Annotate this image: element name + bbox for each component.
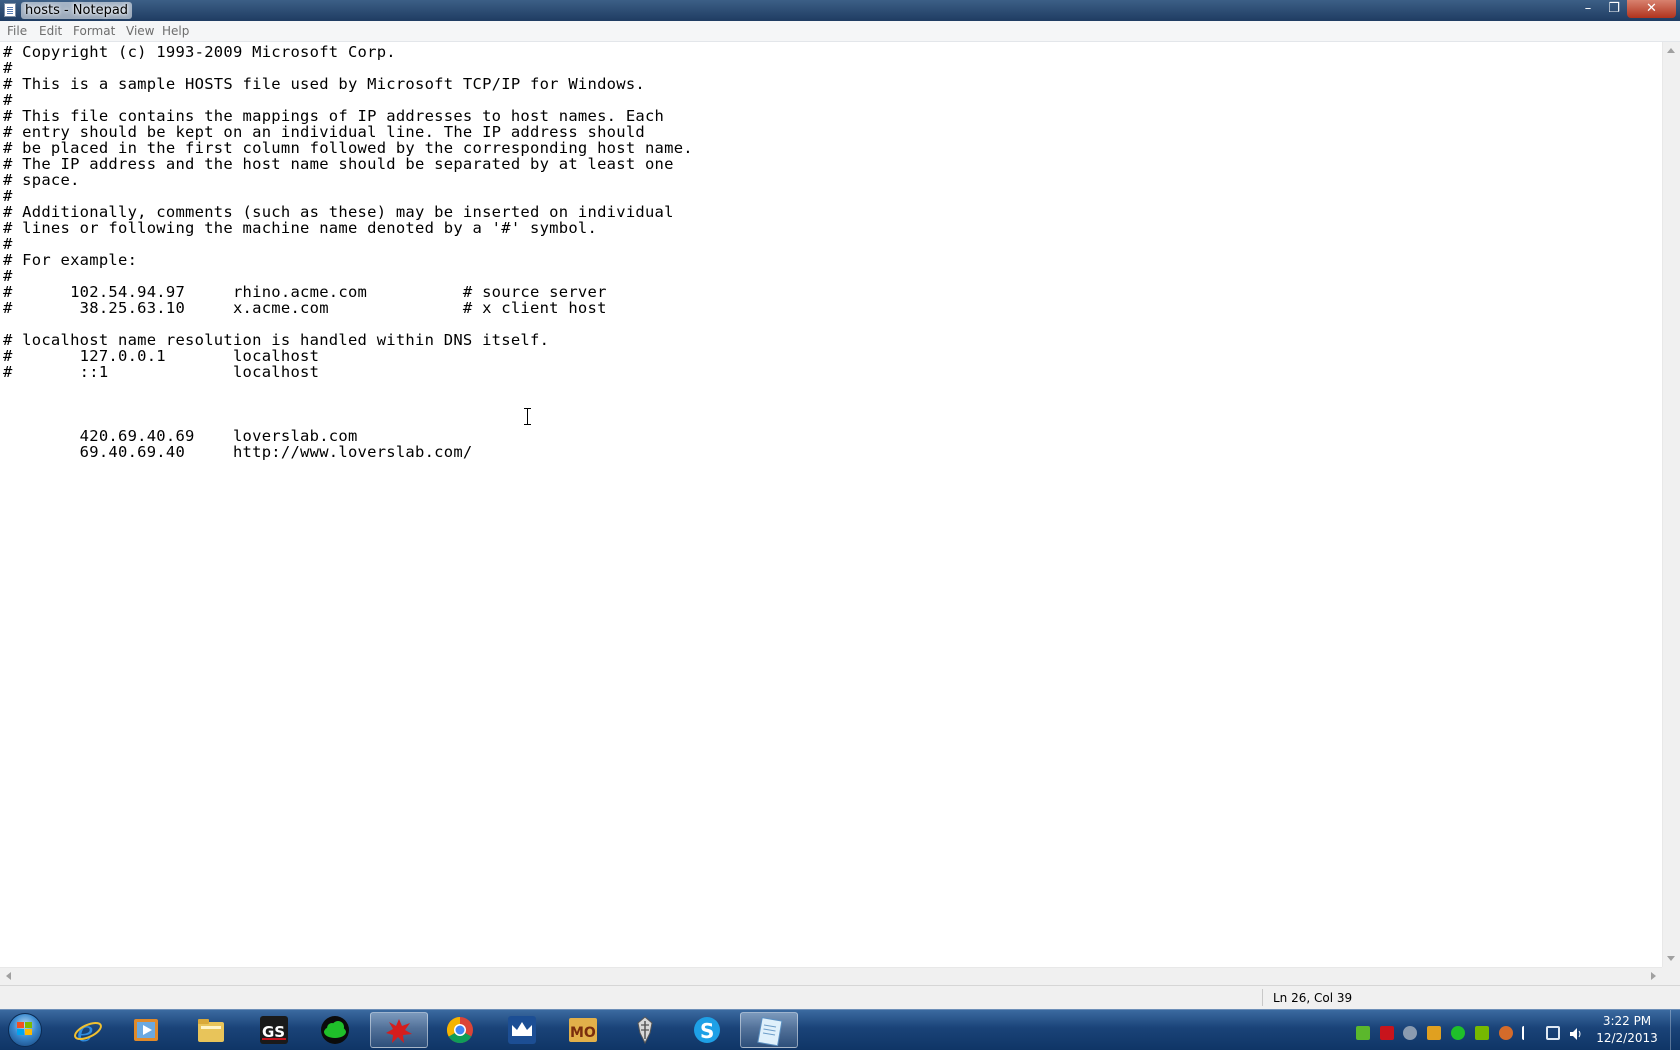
text-line: # localhost name resolution is handled w… [3, 331, 550, 349]
text-line: # entry should be kept on an individual … [3, 123, 645, 141]
taskbar-chrome[interactable] [432, 1012, 490, 1048]
text-line: # 102.54.94.97 rhino.acme.com # source s… [3, 283, 607, 301]
menu-file[interactable]: File [7, 24, 27, 38]
status-separator [1262, 989, 1263, 1006]
tray-nvidia-icon[interactable] [1475, 1026, 1489, 1040]
text-line: # This file contains the mappings of IP … [3, 107, 665, 125]
minimize-button[interactable]: – [1575, 0, 1601, 18]
taskbar-red-splat-app[interactable] [370, 1012, 428, 1048]
text-cursor-icon [524, 408, 531, 425]
svg-text:MO: MO [570, 1025, 596, 1041]
media-player-icon [134, 1019, 158, 1041]
taskbar-gs-app[interactable]: GS [246, 1012, 304, 1048]
tray-volume-icon[interactable] [1569, 1026, 1583, 1040]
text-line: # [3, 235, 13, 253]
taskbar-green-cloud-app[interactable] [307, 1012, 365, 1048]
text-line: # lines or following the machine name de… [3, 219, 598, 237]
text-line: 69.40.69.40 http://www.loverslab.com/ [3, 443, 473, 461]
text-line: # [3, 91, 13, 109]
tray-network-icon[interactable] [1546, 1026, 1560, 1040]
text-line: # [3, 59, 13, 77]
text-line: # space. [3, 171, 80, 189]
start-button[interactable] [4, 1011, 48, 1049]
gs-app-icon: GS [260, 1016, 288, 1044]
tray-leaf-icon[interactable] [1356, 1026, 1370, 1040]
clock-time: 3:22 PM [1602, 1014, 1652, 1028]
text-line: # This is a sample HOSTS file used by Mi… [3, 75, 645, 93]
status-bar: Ln 26, Col 39 [0, 985, 1680, 1009]
tray-tool-icon[interactable] [1380, 1026, 1394, 1040]
taskbar-skyrim[interactable] [617, 1012, 675, 1048]
menu-bar: File Edit Format View Help [0, 21, 1680, 42]
scroll-left-icon[interactable] [6, 972, 11, 980]
text-line: # 127.0.0.1 localhost [3, 347, 320, 365]
text-line: # Additionally, comments (such as these)… [3, 203, 674, 221]
tray-update-icon[interactable] [1499, 1026, 1513, 1040]
chrome-icon [446, 1016, 473, 1044]
menu-view[interactable]: View [126, 24, 154, 38]
scroll-down-icon[interactable] [1667, 956, 1675, 961]
taskbar-mo-app[interactable]: MO [555, 1012, 613, 1048]
skype-icon: S [694, 1017, 720, 1043]
cursor-position: Ln 26, Col 39 [1273, 991, 1353, 1005]
internet-explorer-icon: e [74, 1015, 102, 1045]
text-line: # [3, 267, 13, 285]
taskbar-file-explorer[interactable] [183, 1012, 241, 1048]
close-button[interactable]: ✕ [1627, 0, 1676, 18]
notepad-icon [4, 3, 16, 17]
scrollbar-corner [1662, 967, 1680, 985]
menu-edit[interactable]: Edit [39, 24, 62, 38]
text-line: # ::1 localhost [3, 363, 320, 381]
menu-format[interactable]: Format [73, 24, 115, 38]
taskbar-clock[interactable]: 3:22 PM 12/2/2013 [1588, 1013, 1666, 1047]
scroll-right-icon[interactable] [1651, 972, 1656, 980]
menu-help[interactable]: Help [162, 24, 189, 38]
tray-cloud-icon[interactable] [1451, 1026, 1465, 1040]
text-line: # For example: [3, 251, 138, 269]
clock-date: 12/2/2013 [1596, 1031, 1658, 1045]
windows-flag-icon [17, 1022, 33, 1036]
maximize-button[interactable]: ❐ [1601, 0, 1627, 18]
taskbar-internet-explorer[interactable]: e [60, 1012, 118, 1048]
text-line: # be placed in the first column followed… [3, 139, 693, 157]
tray-flag-icon[interactable] [1522, 1026, 1534, 1040]
vertical-scrollbar[interactable] [1662, 42, 1680, 967]
title-bar[interactable]: hosts - Notepad – ❐ ✕ [0, 0, 1680, 21]
taskbar-skype[interactable]: S [679, 1012, 737, 1048]
tray-bug-icon[interactable] [1427, 1026, 1441, 1040]
show-desktop-button[interactable] [1670, 1010, 1680, 1050]
folder-icon [198, 1019, 224, 1042]
text-editor[interactable]: # Copyright (c) 1993-2009 Microsoft Corp… [0, 42, 1662, 967]
mo-app-icon: MO [569, 1018, 597, 1042]
text-line: # 38.25.63.10 x.acme.com # x client host [3, 299, 607, 317]
scroll-up-icon[interactable] [1667, 48, 1675, 53]
taskbar-crown-app[interactable] [494, 1012, 552, 1048]
red-splat-icon [386, 1019, 412, 1043]
text-line: # The IP address and the host name shoul… [3, 155, 674, 173]
notepad-icon [757, 1017, 783, 1046]
skyrim-icon [637, 1016, 653, 1045]
taskbar-media-player[interactable] [118, 1012, 176, 1048]
green-cloud-icon [321, 1016, 349, 1044]
text-line: # [3, 187, 13, 205]
svg-text:S: S [700, 1019, 714, 1043]
crown-icon [508, 1016, 536, 1044]
text-line: 420.69.40.69 loverslab.com [3, 427, 358, 445]
taskbar-notepad[interactable] [740, 1012, 798, 1048]
window-title: hosts - Notepad [21, 2, 133, 19]
horizontal-scrollbar[interactable] [0, 967, 1662, 985]
text-line: # Copyright (c) 1993-2009 Microsoft Corp… [3, 43, 396, 61]
tray-steam-icon[interactable] [1403, 1026, 1417, 1040]
